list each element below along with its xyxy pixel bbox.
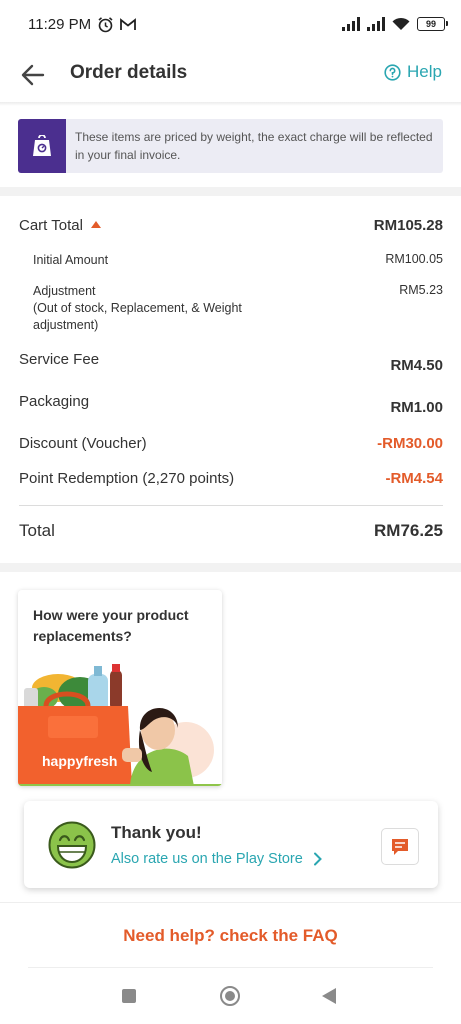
header-shadow — [0, 102, 461, 106]
initial-amount-value: RM100.05 — [385, 252, 443, 266]
discount-row: Discount (Voucher) -RM30.00 — [19, 435, 443, 452]
adjustment-row: Adjustment (Out of stock, Replacement, &… — [33, 283, 443, 334]
system-nav-bar — [0, 972, 461, 1024]
battery-icon: 99 — [417, 17, 448, 31]
status-time: 11:29 PM — [28, 15, 92, 33]
point-redemption-row: Point Redemption (2,270 points) -RM4.54 — [19, 470, 443, 487]
total-label: Total — [19, 521, 55, 540]
service-fee-label: Service Fee — [19, 351, 100, 368]
faq-link[interactable]: Need help? check the FAQ — [0, 926, 461, 946]
rate-play-store-link[interactable]: Also rate us on the Play Store — [111, 851, 322, 867]
app-header: Order details Help — [0, 48, 461, 104]
discount-value: -RM30.00 — [377, 435, 443, 452]
point-redemption-label: Point Redemption (2,270 points) — [19, 470, 235, 487]
page-title: Order details — [70, 62, 188, 83]
help-circle-icon — [384, 63, 401, 81]
help-button[interactable]: Help — [384, 62, 442, 82]
recent-apps-button[interactable] — [122, 989, 136, 1003]
chat-bubble-icon — [392, 838, 408, 855]
arrow-left-icon — [21, 64, 45, 86]
divider — [28, 967, 433, 968]
weight-scale-icon — [33, 135, 51, 156]
discount-label: Discount (Voucher) — [19, 435, 147, 452]
total-row: Total RM76.25 — [19, 521, 443, 541]
divider — [19, 505, 443, 506]
notice-text: These items are priced by weight, the ex… — [75, 130, 433, 162]
status-bar: 11:29 PM 99 — [0, 0, 461, 48]
weight-pricing-notice: These items are priced by weight, the ex… — [18, 119, 443, 173]
thank-you-title: Thank you! — [111, 823, 202, 842]
smiley-face-icon — [48, 821, 96, 869]
cart-total-label: Cart Total — [19, 217, 83, 234]
section-divider — [0, 187, 461, 196]
cart-total-row: Cart Total RM105.28 — [19, 217, 443, 234]
service-fee-row: Service Fee RM4.50 — [19, 351, 443, 374]
wifi-icon — [392, 17, 410, 30]
initial-amount-row: Initial Amount RM100.05 — [33, 252, 443, 269]
signal-icon — [342, 17, 360, 31]
initial-amount-label: Initial Amount — [33, 253, 109, 267]
packaging-row: Packaging RM1.00 — [19, 393, 443, 416]
grocery-bag-illustration: happyfresh — [18, 664, 222, 786]
section-divider — [0, 563, 461, 572]
thank-you-card: Thank you! Also rate us on the Play Stor… — [24, 801, 438, 888]
collapse-caret-icon[interactable] — [90, 221, 101, 228]
adjustment-note: (Out of stock, Replacement, & Weight adj… — [33, 301, 242, 332]
rate-play-store-label: Also rate us on the Play Store — [111, 851, 303, 867]
divider — [0, 902, 461, 903]
alarm-icon — [98, 16, 113, 32]
chevron-right-icon — [313, 852, 322, 866]
replacement-survey-card[interactable]: How were your product replacements? happ… — [18, 590, 222, 786]
point-redemption-value: -RM4.54 — [385, 470, 443, 487]
home-button[interactable] — [220, 986, 240, 1006]
packaging-value: RM1.00 — [390, 399, 443, 416]
service-fee-value: RM4.50 — [390, 357, 443, 374]
signal-icon — [367, 17, 385, 31]
adjustment-value: RM5.23 — [399, 283, 443, 297]
gmail-icon — [120, 17, 136, 30]
chat-button[interactable] — [381, 828, 419, 865]
packaging-label: Packaging — [19, 393, 90, 410]
brand-logo: happyfresh — [42, 753, 117, 769]
survey-title: How were your product replacements? — [33, 607, 189, 644]
help-label: Help — [407, 62, 442, 81]
back-button[interactable] — [18, 60, 48, 90]
adjustment-label: Adjustment — [33, 284, 96, 298]
total-value: RM76.25 — [374, 521, 443, 540]
cart-total-value: RM105.28 — [373, 217, 443, 234]
system-back-button[interactable] — [322, 988, 336, 1004]
